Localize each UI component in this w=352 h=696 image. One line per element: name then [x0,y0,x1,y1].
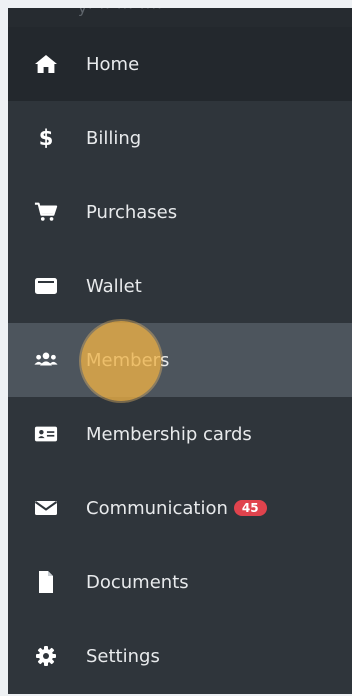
sidebar-item-label: Billing [86,127,142,149]
sidebar-item-settings[interactable]: Settings [8,619,352,693]
nav-list: Home $ Billing Purchases Wallet Members … [8,27,352,693]
sidebar-top-edge: y· ·· ··· ···· [8,8,352,27]
sidebar-item-communication[interactable]: Communication 45 [8,471,352,545]
document-icon [34,570,58,594]
sidebar-item-label: Membership cards [86,423,252,445]
sidebar-item-documents[interactable]: Documents [8,545,352,619]
sidebar-item-label: Members [86,349,170,371]
gear-icon [34,644,58,668]
unread-count-badge: 45 [233,499,267,516]
sidebar-item-membership-cards[interactable]: Membership cards [8,397,352,471]
sidebar-item-label: Wallet [86,275,142,297]
home-icon [34,52,58,76]
sidebar-nav: y· ·· ··· ···· Home $ Billing Purchases [8,8,352,694]
cut-off-header-text: y· ·· ··· ···· [78,8,163,17]
sidebar-item-billing[interactable]: $ Billing [8,101,352,175]
envelope-icon [34,496,58,520]
sidebar-item-purchases[interactable]: Purchases [8,175,352,249]
sidebar-item-label: Purchases [86,201,178,223]
sidebar-item-label: Documents [86,571,189,593]
users-icon [34,348,58,372]
sidebar-item-label: Settings [86,645,160,667]
wallet-icon [34,274,58,298]
id-card-icon [34,422,58,446]
communication-label: Communication [86,497,228,519]
cart-icon [34,200,58,224]
sidebar-item-wallet[interactable]: Wallet [8,249,352,323]
sidebar-item-label: Communication 45 [86,498,267,519]
sidebar-item-members[interactable]: Members [8,323,352,397]
sidebar-item-label: Home [86,53,140,75]
dollar-icon: $ [38,126,54,150]
sidebar-item-home[interactable]: Home [8,27,352,101]
